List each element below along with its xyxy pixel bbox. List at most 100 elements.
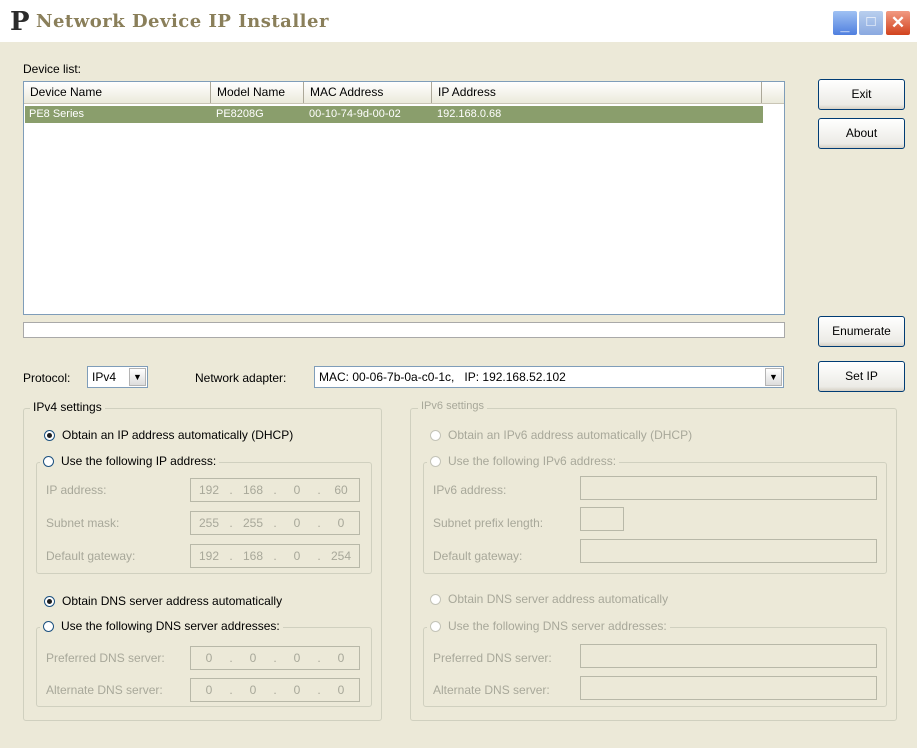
- protocol-label: Protocol:: [23, 371, 71, 385]
- octet: 0: [293, 651, 301, 665]
- about-button[interactable]: About: [818, 118, 905, 149]
- app-logo-icon: P: [10, 7, 30, 37]
- ipv6-gateway-label: Default gateway:: [433, 549, 523, 563]
- ipv4-dns-auto-label: Obtain DNS server address automatically: [62, 594, 283, 608]
- ipv6-dns-auto-radio[interactable]: Obtain DNS server address automatically: [430, 592, 668, 606]
- column-filler: [762, 82, 784, 103]
- octet: 0: [337, 683, 345, 697]
- ipv4-dns-static-radio[interactable]: Use the following DNS server addresses:: [40, 619, 283, 633]
- close-icon: ✕: [890, 13, 906, 32]
- ipv6-gateway-field[interactable]: [580, 539, 877, 563]
- network-adapter-select[interactable]: MAC: 00-06-7b-0a-c0-1c, IP: 192.168.52.1…: [314, 366, 784, 388]
- protocol-select[interactable]: IPv4 ▼: [87, 366, 148, 388]
- octet: 255: [242, 516, 264, 530]
- octet: 255: [198, 516, 220, 530]
- ipv6-alternate-dns-label: Alternate DNS server:: [433, 683, 550, 697]
- ipv4-group-title: IPv4 settings: [30, 400, 105, 414]
- column-mac-address[interactable]: MAC Address: [304, 82, 432, 103]
- octet: 0: [205, 651, 213, 665]
- window-title: Network Device IP Installer: [36, 11, 329, 32]
- main-window: P Network Device IP Installer _ □ ✕ Devi…: [0, 0, 917, 748]
- cell-mac-address: 00-10-74-9d-00-02: [309, 108, 401, 120]
- ipv4-gateway-label: Default gateway:: [46, 549, 136, 563]
- cell-model-name: PE8208G: [216, 108, 264, 120]
- radio-unselected-icon: [43, 620, 54, 632]
- ipv4-ip-label: IP address:: [46, 483, 107, 497]
- ipv6-dns-static-radio[interactable]: Use the following DNS server addresses:: [427, 619, 670, 633]
- ipv6-dhcp-label: Obtain an IPv6 address automatically (DH…: [448, 428, 693, 442]
- ipv4-static-radio[interactable]: Use the following IP address:: [40, 454, 220, 468]
- octet: 192: [198, 549, 220, 563]
- octet: 168: [242, 483, 264, 497]
- protocol-value: IPv4: [92, 370, 117, 384]
- ipv4-static-label: Use the following IP address:: [61, 454, 217, 468]
- maximize-icon: □: [866, 13, 876, 30]
- ipv4-mask-label: Subnet mask:: [46, 516, 120, 530]
- network-adapter-value: MAC: 00-06-7b-0a-c0-1c, IP: 192.168.52.1…: [319, 370, 566, 384]
- ipv4-alternate-dns-label: Alternate DNS server:: [46, 683, 163, 697]
- chevron-down-icon[interactable]: ▼: [765, 368, 782, 386]
- octet: 192: [198, 483, 220, 497]
- octet: 0: [293, 683, 301, 697]
- enumerate-button[interactable]: Enumerate: [818, 316, 905, 347]
- octet: 60: [334, 483, 348, 497]
- ipv6-group-title: IPv6 settings: [418, 400, 487, 412]
- ipv6-alternate-dns-field[interactable]: [580, 676, 877, 700]
- column-ip-address[interactable]: IP Address: [432, 82, 762, 103]
- exit-button[interactable]: Exit: [818, 79, 905, 110]
- maximize-button[interactable]: □: [858, 10, 884, 36]
- ipv4-alternate-dns-field[interactable]: 0. 0. 0. 0: [190, 678, 360, 702]
- table-row[interactable]: PE8 Series PE8208G 00-10-74-9d-00-02 192…: [25, 106, 763, 123]
- octet: 0: [293, 516, 301, 530]
- octet: 254: [330, 549, 352, 563]
- minimize-button[interactable]: _: [832, 10, 858, 36]
- ipv4-preferred-dns-field[interactable]: 0. 0. 0. 0: [190, 646, 360, 670]
- ipv6-dhcp-radio[interactable]: Obtain an IPv6 address automatically (DH…: [430, 428, 692, 442]
- octet: 0: [249, 651, 257, 665]
- radio-unselected-icon: [430, 593, 441, 605]
- ipv6-static-radio[interactable]: Use the following IPv6 address:: [427, 454, 620, 468]
- ipv6-prefix-field[interactable]: [580, 507, 624, 531]
- octet: 0: [293, 549, 301, 563]
- ipv4-dhcp-radio[interactable]: Obtain an IP address automatically (DHCP…: [44, 428, 293, 442]
- device-list[interactable]: Device Name Model Name MAC Address IP Ad…: [23, 81, 785, 315]
- progress-bar: [23, 322, 785, 338]
- set-ip-button[interactable]: Set IP: [818, 361, 905, 392]
- ipv6-preferred-dns-field[interactable]: [580, 644, 877, 668]
- octet: 0: [205, 683, 213, 697]
- ipv4-ip-field[interactable]: 192. 168. 0. 60: [190, 478, 360, 502]
- ipv4-gateway-field[interactable]: 192. 168. 0. 254: [190, 544, 360, 568]
- chevron-down-icon[interactable]: ▼: [129, 368, 146, 386]
- octet: 0: [249, 683, 257, 697]
- ipv6-prefix-label: Subnet prefix length:: [433, 516, 544, 530]
- title-bar[interactable]: P Network Device IP Installer _ □ ✕: [0, 0, 917, 42]
- minimize-icon: _: [840, 17, 850, 34]
- close-button[interactable]: ✕: [885, 10, 911, 36]
- radio-unselected-icon: [430, 429, 441, 441]
- octet: 0: [337, 651, 345, 665]
- radio-selected-icon: [44, 429, 55, 441]
- ipv6-static-label: Use the following IPv6 address:: [448, 454, 617, 468]
- ipv4-dns-static-label: Use the following DNS server addresses:: [61, 619, 280, 633]
- octet: 0: [337, 516, 345, 530]
- octet: 168: [242, 549, 264, 563]
- network-adapter-label: Network adapter:: [195, 371, 287, 385]
- ipv6-dns-static-label: Use the following DNS server addresses:: [448, 619, 667, 633]
- ipv6-ip-field[interactable]: [580, 476, 877, 500]
- column-device-name[interactable]: Device Name: [24, 82, 211, 103]
- cell-device-name: PE8 Series: [29, 108, 85, 120]
- column-model-name[interactable]: Model Name: [211, 82, 304, 103]
- radio-unselected-icon: [430, 455, 441, 467]
- device-list-label: Device list:: [23, 62, 82, 76]
- ipv4-mask-field[interactable]: 255. 255. 0. 0: [190, 511, 360, 535]
- ipv4-dhcp-label: Obtain an IP address automatically (DHCP…: [62, 428, 294, 442]
- ipv4-preferred-dns-label: Preferred DNS server:: [46, 651, 165, 665]
- ipv4-dns-auto-radio[interactable]: Obtain DNS server address automatically: [44, 594, 282, 608]
- radio-selected-icon: [44, 595, 55, 607]
- ipv6-preferred-dns-label: Preferred DNS server:: [433, 651, 552, 665]
- device-list-header: Device Name Model Name MAC Address IP Ad…: [24, 82, 784, 104]
- radio-unselected-icon: [430, 620, 441, 632]
- ipv6-dns-auto-label: Obtain DNS server address automatically: [448, 592, 669, 606]
- cell-ip-address: 192.168.0.68: [437, 108, 502, 120]
- ipv6-ip-label: IPv6 address:: [433, 483, 507, 497]
